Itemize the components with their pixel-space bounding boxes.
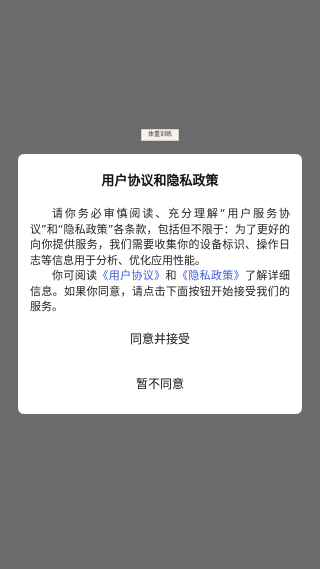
dialog-body: 请你务必审慎阅读、充分理解“用户服务协议”和“隐私政策”各条款，包括但不限于：为…	[30, 206, 290, 315]
privacy-policy-link[interactable]: 《隐私政策》	[177, 269, 245, 282]
privacy-dialog: 用户协议和隐私政策 请你务必审慎阅读、充分理解“用户服务协议”和“隐私政策”各条…	[18, 154, 302, 414]
dialog-paragraph-2: 你可阅读《用户协议》和《隐私政策》了解详细信息。如果你同意，请点击下面按钮开始接…	[30, 268, 290, 315]
background-badge: 体重训练	[141, 129, 179, 141]
user-agreement-link[interactable]: 《用户协议》	[97, 269, 165, 282]
paragraph-2-and: 和	[165, 269, 177, 282]
accept-button[interactable]: 同意并接受	[18, 324, 302, 354]
dialog-paragraph-1: 请你务必审慎阅读、充分理解“用户服务协议”和“隐私政策”各条款，包括但不限于：为…	[30, 207, 290, 267]
paragraph-2-prefix: 你可阅读	[52, 269, 98, 282]
dialog-title: 用户协议和隐私政策	[101, 174, 219, 189]
reject-button[interactable]: 暂不同意	[18, 369, 302, 399]
